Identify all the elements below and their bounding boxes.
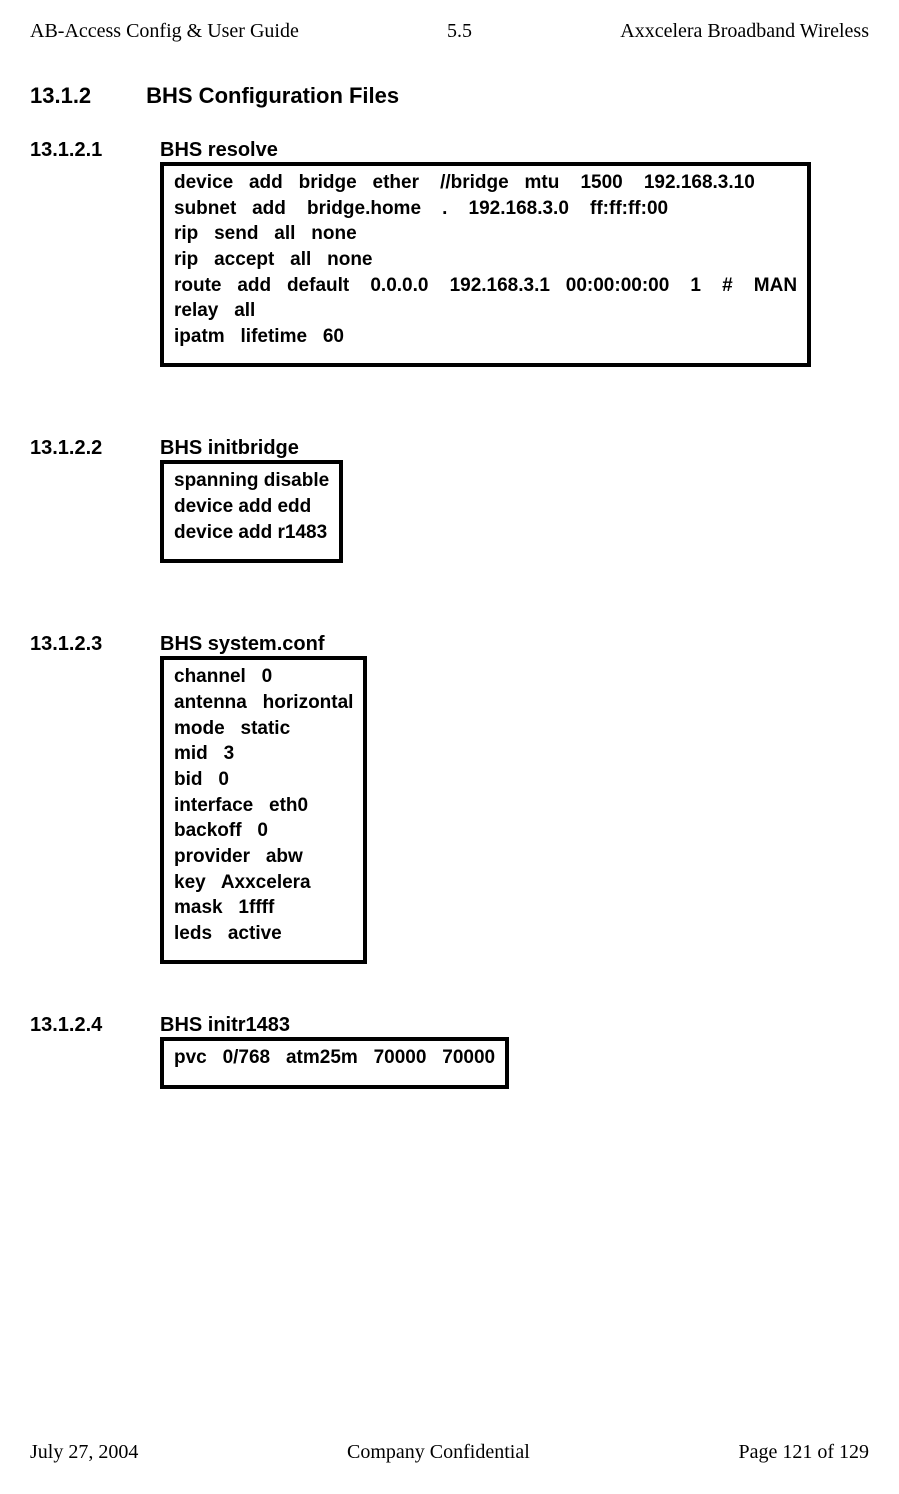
section-title: BHS Configuration Files — [146, 83, 399, 108]
main-content: 13.1.2 BHS Configuration Files 13.1.2.1B… — [30, 73, 869, 1421]
footer-left: July 27, 2004 — [30, 1441, 138, 1464]
page-footer: July 27, 2004 Company Confidential Page … — [30, 1441, 869, 1464]
section-heading: 13.1.2 BHS Configuration Files — [30, 83, 869, 109]
subsection-title: BHS initbridge — [160, 437, 299, 459]
subsection-heading: 13.1.2.2BHS initbridge — [30, 437, 869, 460]
code-block: pvc 0/768 atm25m 70000 70000 — [160, 1037, 509, 1089]
page-header: AB-Access Config & User Guide 5.5 Axxcel… — [30, 20, 869, 43]
footer-right: Page 121 of 129 — [738, 1441, 869, 1464]
header-right: Axxcelera Broadband Wireless — [620, 20, 869, 43]
code-block: device add bridge ether //bridge mtu 150… — [160, 162, 811, 367]
section-number: 13.1.2 — [30, 83, 140, 109]
subsection-heading: 13.1.2.3BHS system.conf — [30, 633, 869, 656]
code-block: spanning disable device add edd device a… — [160, 460, 343, 563]
subsection: 13.1.2.1BHS resolve device add bridge et… — [30, 139, 869, 367]
subsection-heading: 13.1.2.4BHS initr1483 — [30, 1014, 869, 1037]
code-block: channel 0 antenna horizontal mode static… — [160, 656, 367, 964]
subsection: 13.1.2.2BHS initbridge spanning disable … — [30, 437, 869, 563]
subsection-title: BHS resolve — [160, 139, 278, 161]
subsection-number: 13.1.2.3 — [30, 633, 160, 656]
subsection-number: 13.1.2.2 — [30, 437, 160, 460]
subsection-title: BHS system.conf — [160, 633, 325, 655]
subsection-number: 13.1.2.1 — [30, 139, 160, 162]
header-center: 5.5 — [447, 20, 472, 43]
subsection: 13.1.2.3BHS system.conf channel 0 antenn… — [30, 633, 869, 964]
subsection: 13.1.2.4BHS initr1483 pvc 0/768 atm25m 7… — [30, 1014, 869, 1089]
header-left: AB-Access Config & User Guide — [30, 20, 299, 43]
subsection-heading: 13.1.2.1BHS resolve — [30, 139, 869, 162]
subsection-title: BHS initr1483 — [160, 1014, 290, 1036]
subsection-number: 13.1.2.4 — [30, 1014, 160, 1037]
footer-center: Company Confidential — [347, 1441, 530, 1464]
page: AB-Access Config & User Guide 5.5 Axxcel… — [0, 0, 899, 1494]
